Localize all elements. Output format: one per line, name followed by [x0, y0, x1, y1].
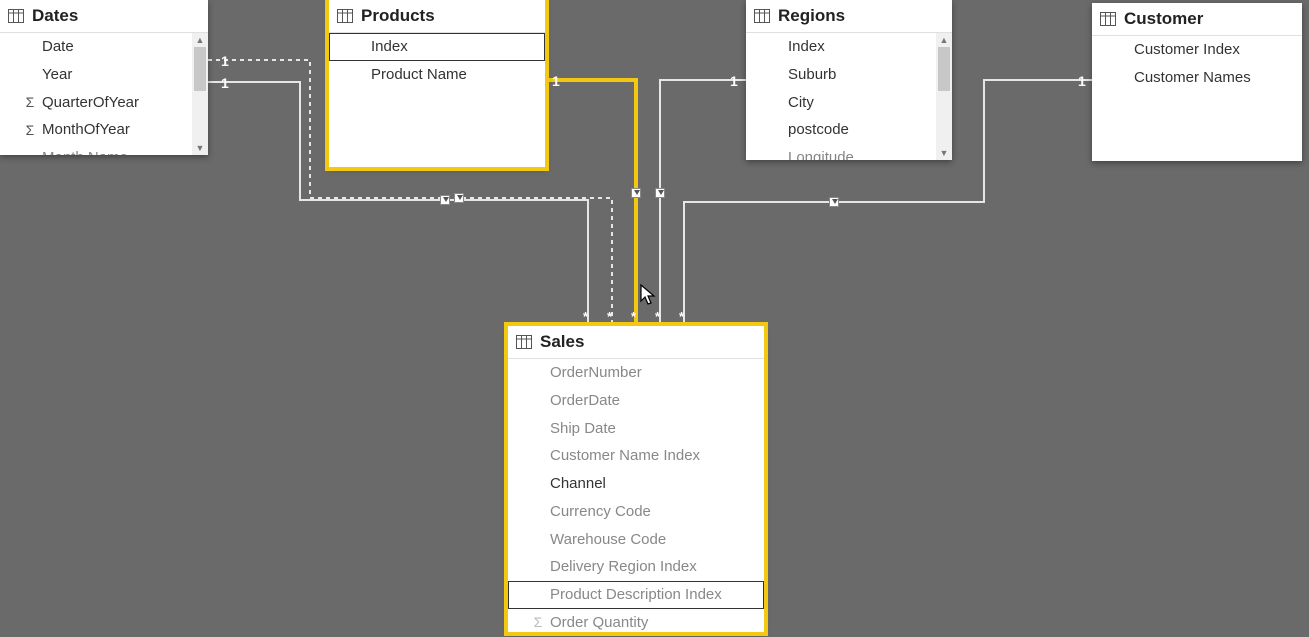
table-icon: [8, 9, 24, 23]
direction-arrow-icon: [655, 188, 665, 198]
field-row[interactable]: ΣYear: [0, 61, 208, 89]
cardinality-many: *: [631, 309, 636, 324]
cardinality-many: *: [607, 309, 612, 324]
direction-arrow-icon: [631, 188, 641, 198]
field-row[interactable]: ΣIndex: [746, 33, 952, 61]
table-icon: [754, 9, 770, 23]
field-row[interactable]: ΣOrderDate: [508, 387, 764, 415]
table-header[interactable]: Sales: [508, 326, 764, 359]
field-row[interactable]: ΣChannel: [508, 470, 764, 498]
scrollbar[interactable]: ▲ ▼: [192, 33, 208, 155]
sigma-icon: Σ: [20, 92, 40, 112]
cardinality-many: *: [679, 309, 684, 324]
table-icon: [516, 335, 532, 349]
field-row[interactable]: ΣDelivery Region Index: [508, 553, 764, 581]
cardinality-label: 1: [221, 75, 229, 91]
table-products[interactable]: Products ΣIndex ΣProduct Name: [329, 0, 545, 167]
field-row[interactable]: ΣCustomer Names: [1092, 64, 1302, 92]
table-title: Customer: [1124, 9, 1203, 29]
field-row[interactable]: ΣSuburb: [746, 61, 952, 89]
sigma-icon: Σ: [528, 612, 548, 632]
field-row[interactable]: ΣCurrency Code: [508, 498, 764, 526]
field-row[interactable]: ΣQuarterOfYear: [0, 89, 208, 117]
direction-arrow-icon: [440, 195, 450, 205]
field-row[interactable]: ΣDate: [0, 33, 208, 61]
scroll-up-icon[interactable]: ▲: [936, 33, 952, 47]
table-dates[interactable]: Dates ΣDate ΣYear ΣQuarterOfYear ΣMonthO…: [0, 0, 208, 155]
field-row[interactable]: ΣLongitude: [746, 144, 952, 160]
field-row[interactable]: ΣMonthOfYear: [0, 116, 208, 144]
table-header[interactable]: Customer: [1092, 3, 1302, 36]
cardinality-label: 1: [730, 73, 738, 89]
field-row[interactable]: ΣProduct Name: [329, 61, 545, 89]
field-row[interactable]: ΣCustomer Name Index: [508, 442, 764, 470]
field-row[interactable]: ΣCustomer Index: [1092, 36, 1302, 64]
scroll-up-icon[interactable]: ▲: [192, 33, 208, 47]
table-sales[interactable]: Sales ΣOrderNumber ΣOrderDate ΣShip Date…: [508, 326, 764, 632]
scrollbar[interactable]: ▲ ▼: [936, 33, 952, 160]
table-title: Regions: [778, 6, 845, 26]
table-header[interactable]: Dates: [0, 0, 208, 33]
field-row[interactable]: ΣOrder Quantity: [508, 609, 764, 632]
scroll-down-icon[interactable]: ▼: [936, 146, 952, 160]
field-row[interactable]: Σpostcode: [746, 116, 952, 144]
cardinality-label: 1: [221, 53, 229, 69]
table-header[interactable]: Products: [329, 0, 545, 33]
field-row[interactable]: ΣCity: [746, 89, 952, 117]
field-row[interactable]: ΣProduct Description Index: [508, 581, 764, 609]
table-title: Dates: [32, 6, 78, 26]
table-title: Products: [361, 6, 435, 26]
cardinality-label: 1: [552, 73, 560, 89]
direction-arrow-icon: [454, 193, 464, 203]
direction-arrow-icon: [829, 197, 839, 207]
table-regions[interactable]: Regions ΣIndex ΣSuburb ΣCity Σpostcode Σ…: [746, 0, 952, 160]
table-header[interactable]: Regions: [746, 0, 952, 33]
scroll-down-icon[interactable]: ▼: [192, 141, 208, 155]
table-customer[interactable]: Customer ΣCustomer Index ΣCustomer Names: [1092, 3, 1302, 161]
cardinality-label: 1: [1078, 73, 1086, 89]
cardinality-many: *: [655, 309, 660, 324]
field-row[interactable]: ΣOrderNumber: [508, 359, 764, 387]
mouse-cursor-icon: [640, 284, 658, 306]
cardinality-many: *: [583, 309, 588, 324]
sigma-icon: Σ: [20, 120, 40, 140]
field-row[interactable]: ΣShip Date: [508, 415, 764, 443]
table-icon: [337, 9, 353, 23]
field-row[interactable]: ΣWarehouse Code: [508, 526, 764, 554]
table-icon: [1100, 12, 1116, 26]
table-title: Sales: [540, 332, 584, 352]
field-row[interactable]: ΣIndex: [329, 33, 545, 61]
field-row[interactable]: ΣMonth Name: [0, 144, 208, 155]
